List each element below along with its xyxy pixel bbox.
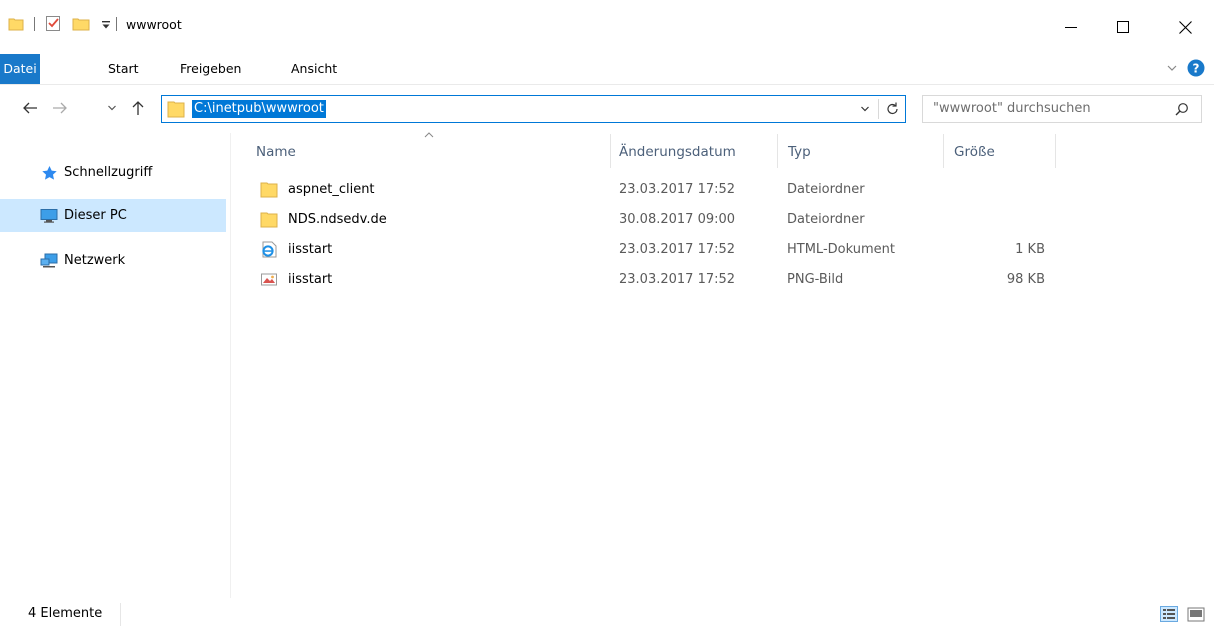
- tab-datei[interactable]: Datei: [0, 54, 40, 84]
- address-path[interactable]: C:\inetpub\wwwroot: [192, 100, 326, 118]
- file-name: aspnet_client: [288, 182, 375, 197]
- file-type: PNG-Bild: [787, 272, 844, 287]
- refresh-icon[interactable]: [886, 102, 900, 116]
- window-title: wwwroot: [126, 17, 182, 32]
- file-type: Dateiordner: [787, 212, 865, 227]
- column-separator[interactable]: [610, 134, 611, 168]
- new-folder-icon[interactable]: [72, 16, 90, 32]
- file-type: HTML-Dokument: [787, 242, 895, 257]
- status-item-count: 4 Elemente: [28, 606, 103, 621]
- column-separator[interactable]: [1055, 134, 1056, 168]
- file-type: Dateiordner: [787, 182, 865, 197]
- ribbon-divider: [0, 84, 1214, 85]
- forward-arrow-icon[interactable]: [52, 101, 68, 115]
- file-name: iisstart: [288, 272, 333, 287]
- column-header-date[interactable]: Änderungsdatum: [619, 138, 736, 166]
- png-image-icon: [260, 271, 278, 288]
- search-placeholder: "wwwroot" durchsuchen: [933, 101, 1091, 116]
- tab-freigeben[interactable]: Freigeben: [166, 54, 255, 84]
- large-icons-view-icon[interactable]: [1187, 607, 1205, 622]
- table-row[interactable]: aspnet_client 23.03.2017 17:52 Dateiordn…: [250, 178, 1056, 201]
- separator: [120, 603, 121, 626]
- file-name: iisstart: [288, 242, 333, 257]
- details-view-icon[interactable]: [1160, 606, 1178, 622]
- folder-icon: [260, 181, 278, 198]
- nav-item-dieser-pc[interactable]: Dieser PC: [0, 199, 226, 232]
- file-size: 98 KB: [1006, 272, 1045, 287]
- table-row[interactable]: iisstart 23.03.2017 17:52 PNG-Bild 98 KB: [250, 268, 1056, 291]
- separator: [34, 17, 35, 31]
- nav-item-label: Dieser PC: [64, 208, 127, 223]
- tab-ansicht[interactable]: Ansicht: [277, 54, 351, 84]
- address-dropdown-icon[interactable]: [860, 105, 870, 113]
- help-icon[interactable]: ?: [1187, 59, 1205, 77]
- table-row[interactable]: NDS.ndsedv.de 30.08.2017 09:00 Dateiordn…: [250, 208, 1056, 231]
- up-arrow-icon[interactable]: [131, 100, 145, 116]
- column-separator[interactable]: [943, 134, 944, 168]
- file-date: 23.03.2017 17:52: [619, 242, 736, 257]
- file-date: 23.03.2017 17:52: [619, 272, 736, 287]
- folder-icon: [260, 211, 278, 228]
- file-date: 30.08.2017 09:00: [619, 212, 736, 227]
- customize-dropdown-icon[interactable]: [101, 20, 111, 30]
- minimize-icon: [1065, 27, 1077, 28]
- folder-icon: [167, 100, 185, 118]
- column-header-size[interactable]: Größe: [954, 138, 995, 166]
- maximize-icon: [1117, 21, 1129, 33]
- separator: [878, 99, 879, 119]
- search-icon[interactable]: [1175, 102, 1189, 116]
- folder-icon: [8, 16, 24, 32]
- close-icon: [1178, 20, 1192, 34]
- ie-html-icon: [260, 241, 278, 258]
- column-header-name[interactable]: Name: [256, 138, 296, 166]
- computer-icon: [40, 208, 58, 224]
- title-bar: wwwroot: [0, 0, 1214, 54]
- separator: [116, 17, 117, 31]
- nav-pane-divider: [230, 133, 231, 598]
- properties-check-icon[interactable]: [45, 15, 62, 32]
- column-separator[interactable]: [777, 134, 778, 168]
- nav-item-label: Netzwerk: [64, 253, 126, 268]
- sort-ascending-icon: [424, 132, 434, 138]
- nav-item-netzwerk[interactable]: Netzwerk: [0, 244, 226, 277]
- tab-start[interactable]: Start: [94, 54, 153, 84]
- recent-locations-icon[interactable]: [107, 104, 117, 112]
- star-icon: [40, 165, 58, 181]
- table-row[interactable]: iisstart 23.03.2017 17:52 HTML-Dokument …: [250, 238, 1056, 261]
- network-icon: [40, 253, 58, 269]
- svg-text:?: ?: [1193, 62, 1200, 76]
- file-size: 1 KB: [1015, 242, 1045, 257]
- address-bar[interactable]: C:\inetpub\wwwroot: [161, 95, 906, 123]
- search-input[interactable]: "wwwroot" durchsuchen: [922, 95, 1202, 123]
- file-date: 23.03.2017 17:52: [619, 182, 736, 197]
- minimize-button[interactable]: [1048, 0, 1094, 54]
- close-button[interactable]: [1162, 0, 1208, 54]
- back-arrow-icon[interactable]: [22, 101, 38, 115]
- nav-item-schnellzugriff[interactable]: Schnellzugriff: [0, 156, 226, 189]
- maximize-button[interactable]: [1100, 0, 1146, 54]
- file-name: NDS.ndsedv.de: [288, 212, 387, 227]
- expand-ribbon-icon[interactable]: [1166, 63, 1178, 73]
- nav-item-label: Schnellzugriff: [64, 165, 153, 180]
- column-header-type[interactable]: Typ: [788, 138, 811, 166]
